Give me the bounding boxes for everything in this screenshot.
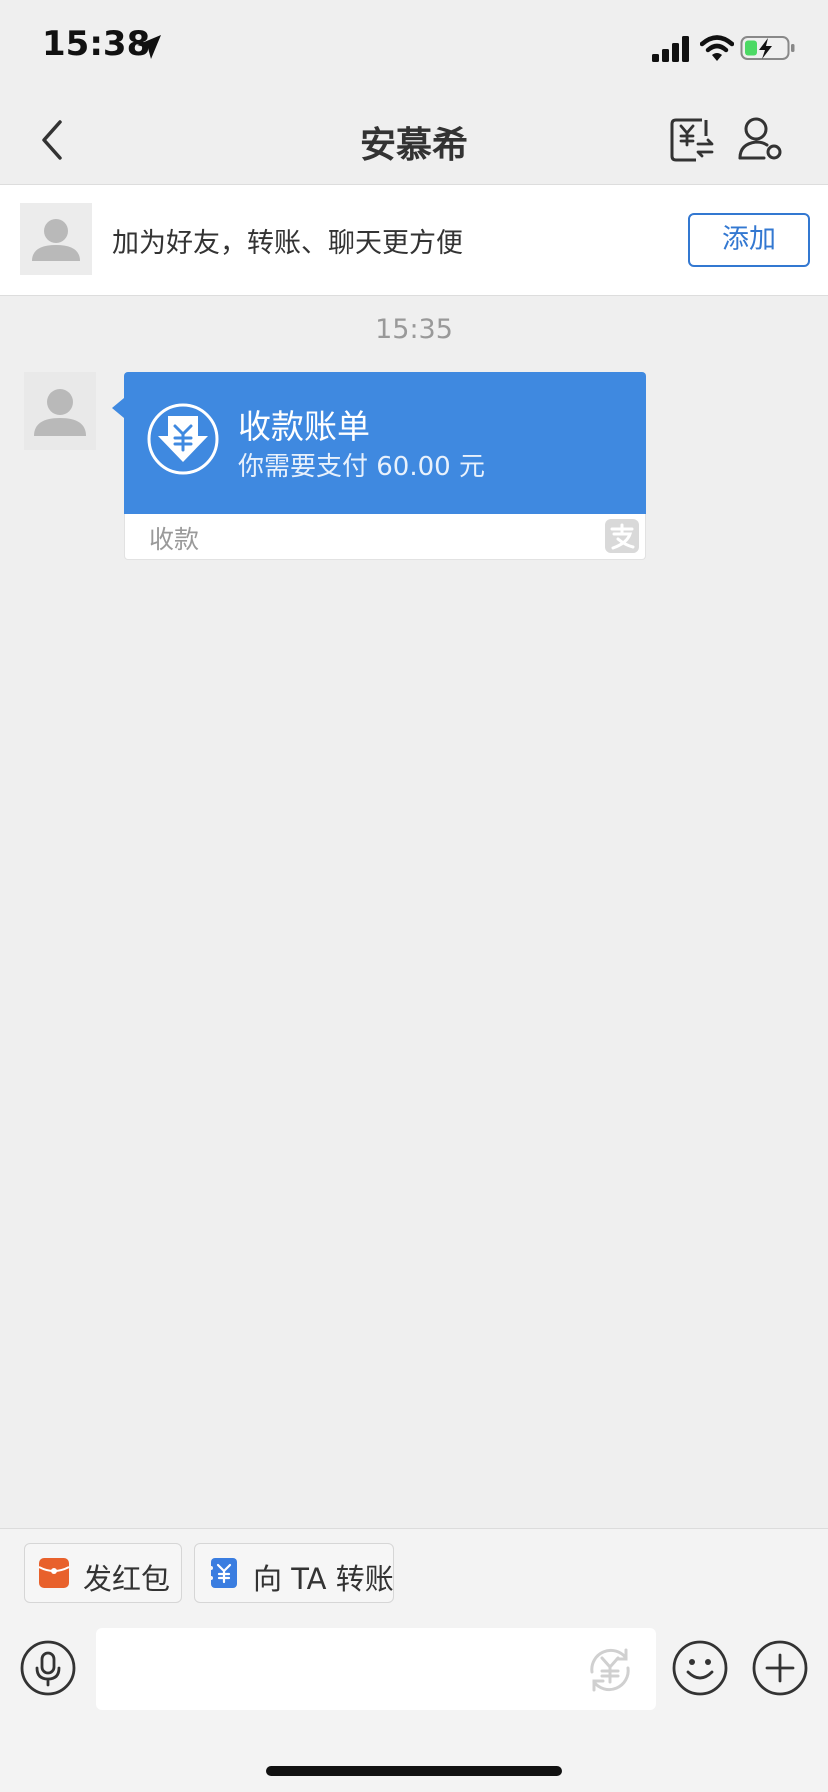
quick-actions-bar: 发红包 向 TA 转账: [0, 1528, 828, 1613]
yuan-refresh-icon[interactable]: [582, 1642, 638, 1698]
bill-amount-text: 你需要支付 60.00 元: [238, 452, 485, 482]
emoji-icon[interactable]: [672, 1640, 728, 1696]
payment-request-bubble[interactable]: 收款账单 你需要支付 60.00 元 收款: [112, 372, 646, 560]
nav-bar: 安慕希: [0, 96, 828, 184]
sender-avatar[interactable]: [24, 372, 96, 450]
transfer-yuan-icon[interactable]: [668, 114, 716, 164]
transfer-card-icon: [209, 1558, 237, 1588]
red-packet-icon: [39, 1558, 69, 1588]
status-bar: 15:38: [0, 0, 828, 96]
red-packet-button[interactable]: 发红包: [24, 1543, 182, 1603]
plus-icon[interactable]: [752, 1640, 808, 1696]
location-arrow-icon: [137, 35, 161, 59]
bill-title: 收款账单: [238, 407, 370, 446]
message-input[interactable]: [96, 1628, 656, 1710]
avatar-placeholder-icon: [32, 219, 80, 261]
profile-settings-icon[interactable]: [736, 114, 784, 164]
avatar-placeholder-icon: [34, 389, 86, 436]
message-timestamp: 15:35: [375, 314, 453, 345]
input-bar: [0, 1612, 828, 1792]
battery-icon: [740, 36, 795, 60]
home-indicator: [266, 1766, 562, 1776]
bubble-pointer: [112, 398, 124, 418]
bill-card-header: 收款账单 你需要支付 60.00 元: [124, 372, 646, 514]
red-packet-label: 发红包: [83, 1562, 171, 1596]
wifi-icon: [700, 35, 734, 61]
add-friend-banner: 加为好友，转账、聊天更方便 添加: [0, 184, 828, 296]
bill-card-footer: 收款: [124, 514, 646, 560]
alipay-icon: [605, 519, 639, 553]
microphone-icon[interactable]: [20, 1640, 76, 1696]
bill-type-label: 收款: [149, 525, 200, 554]
avatar: [20, 203, 92, 275]
add-friend-button[interactable]: 添加: [688, 213, 810, 267]
add-friend-hint: 加为好友，转账、聊天更方便: [112, 228, 463, 259]
transfer-label: 向 TA 转账: [253, 1562, 394, 1596]
yuan-download-icon: [147, 403, 219, 475]
transfer-to-ta-button[interactable]: 向 TA 转账: [194, 1543, 394, 1603]
signal-icon: [652, 36, 689, 62]
